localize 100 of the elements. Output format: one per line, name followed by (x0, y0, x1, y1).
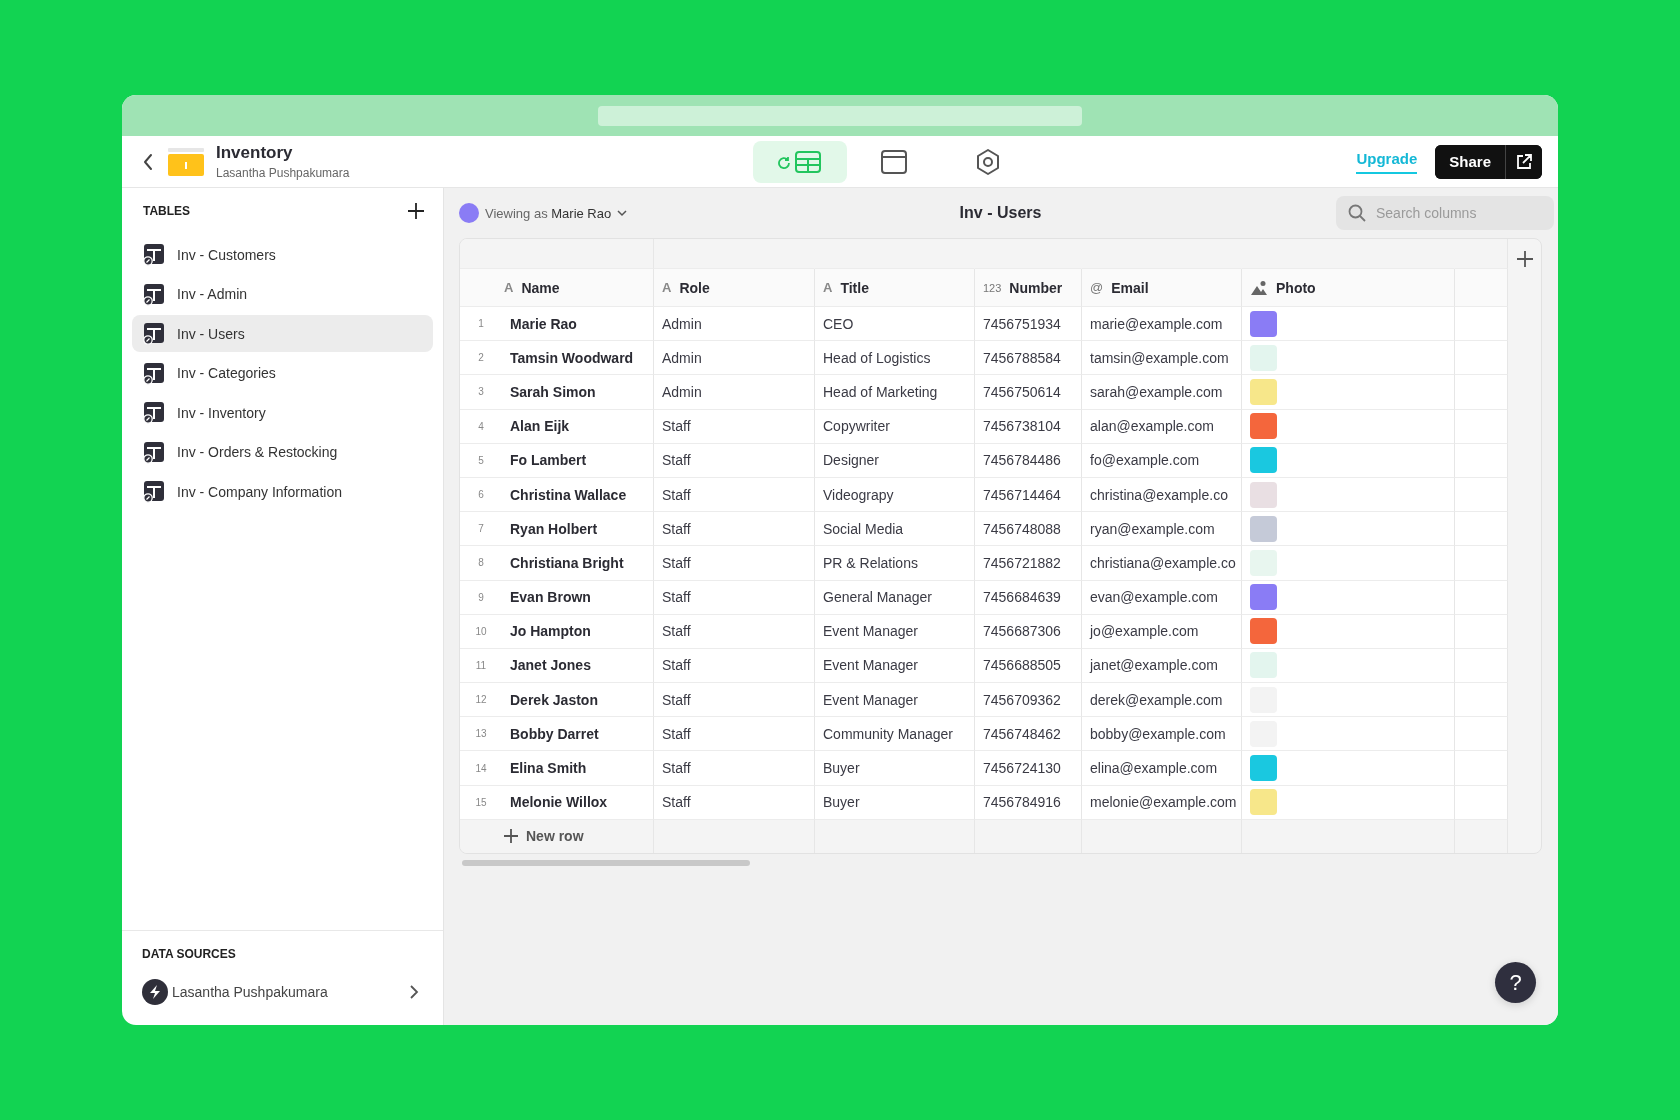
table-cell: Head of Marketing (823, 383, 938, 400)
sidebar-item[interactable]: Inv - Orders & Restocking (132, 433, 433, 471)
sidebar-item[interactable]: Inv - Users (132, 315, 433, 352)
table-cell: Evan Brown (510, 589, 591, 606)
table-cell: sarah@example.com (1090, 383, 1223, 400)
table-cell: Community Manager (823, 725, 953, 742)
table-cell: 7456750614 (983, 383, 1061, 400)
table-cell: Staff (662, 589, 691, 606)
table-cell: evan@example.com (1090, 589, 1218, 606)
table-cell: Staff (662, 691, 691, 708)
table-cell: Buyer (823, 794, 860, 811)
settings-icon (976, 148, 1001, 175)
add-column-icon[interactable] (1516, 251, 1533, 267)
table-cell: Christiana Bright (510, 554, 624, 571)
new-row-button[interactable]: New row (504, 828, 584, 845)
table-cell: 7456688505 (983, 657, 1061, 674)
table-icon (143, 440, 165, 464)
owner-name: Lasantha Pushpakumara (216, 166, 350, 180)
table-cell: Christina Wallace (510, 486, 627, 503)
row-number: 2 (477, 352, 485, 364)
table-icon (778, 148, 823, 175)
table-cell: Tamsin Woodward (510, 349, 634, 366)
data-source-item[interactable]: Lasantha Pushpakumara (142, 979, 423, 1005)
app-title: Inventory (216, 143, 294, 163)
table-cell: Event Manager (823, 657, 918, 674)
table-cell: 7456738104 (983, 418, 1061, 435)
table-cell: 7456751934 (983, 315, 1061, 332)
table-cell: Designer (823, 452, 880, 469)
external-link-icon (1516, 153, 1532, 170)
table-cell: Videograpy (823, 486, 894, 503)
help-button[interactable]: ? (1495, 962, 1536, 1003)
chevron-down-icon (617, 209, 628, 217)
table-icon (143, 401, 165, 424)
table-cell: Staff (662, 452, 691, 469)
row-number: 9 (477, 591, 485, 603)
viewing-as-dropdown[interactable]: Viewing as Marie Rao (459, 203, 628, 223)
table-cell: Event Manager (823, 623, 918, 640)
table-cell: Head of Logistics (823, 349, 931, 366)
table-cell: Staff (662, 623, 691, 640)
search-icon (1348, 204, 1366, 222)
table-cell: tamsin@example.com (1090, 349, 1229, 366)
table-cell: Social Media (823, 520, 904, 537)
table-cell: Elina Smith (510, 760, 587, 777)
table-cell: Derek Jaston (510, 691, 598, 708)
add-icon[interactable] (407, 202, 425, 220)
table-cell: 7456748462 (983, 725, 1061, 742)
table-cell: Admin (662, 383, 702, 400)
sidebar-item[interactable]: Inv - Admin (132, 275, 433, 313)
row-number: 3 (477, 386, 485, 398)
row-number: 12 (474, 694, 488, 706)
table-cell: derek@example.com (1090, 691, 1223, 708)
search-field[interactable]: Search columns (1336, 196, 1554, 230)
sidebar-item[interactable]: Inv - Categories (132, 354, 433, 392)
table-cell: Staff (662, 520, 691, 537)
section-heading: TABLES (143, 204, 191, 218)
table-cell: 7456687306 (983, 623, 1061, 640)
table-cell: Ryan Holbert (510, 520, 598, 537)
row-number: 6 (477, 489, 485, 501)
sidebar-item[interactable]: Inv - Company Information (132, 473, 433, 510)
table-cell: 7456684639 (983, 589, 1061, 606)
table-icon (143, 322, 165, 345)
table-cell: 7456788584 (983, 349, 1061, 366)
table-icon (143, 480, 165, 503)
table-cell: melonie@example.com (1090, 794, 1237, 811)
table-cell: Staff (662, 554, 691, 571)
sidebar-item[interactable]: Inv - Customers (132, 236, 433, 273)
open-external-button[interactable] (1505, 144, 1542, 179)
table-icon (143, 243, 165, 266)
table-cell: Janet Jones (510, 657, 591, 674)
add-icon (504, 829, 518, 844)
table-icon (143, 361, 165, 385)
table-cell: Staff (662, 486, 691, 503)
table-cell: Event Manager (823, 691, 918, 708)
table-cell: Staff (662, 725, 691, 742)
table-cell: jo@example.com (1090, 623, 1199, 640)
table-cell: Alan Eijk (510, 418, 570, 435)
scrollbar[interactable] (462, 859, 750, 866)
table-cell: ryan@example.com (1090, 520, 1215, 537)
table-cell: elina@example.com (1090, 760, 1218, 777)
row-number: 13 (474, 728, 488, 740)
table-cell: Melonie Willox (510, 794, 608, 811)
sidebar-item[interactable]: Inv - Inventory (132, 394, 433, 431)
table-cell: Copywriter (823, 418, 890, 435)
table-cell: 7456709362 (983, 691, 1061, 708)
window-icon (881, 149, 908, 174)
table-cell: 7456721882 (983, 554, 1061, 571)
table-cell: 7456714464 (983, 486, 1061, 503)
row-number: 15 (474, 796, 488, 808)
table-cell: Admin (662, 315, 702, 332)
chevron-right-icon (409, 984, 419, 1000)
table-cell: bobby@example.com (1090, 725, 1226, 742)
back-icon[interactable] (142, 151, 154, 172)
row-number: 4 (477, 420, 485, 432)
table-cell: 7456784916 (983, 794, 1061, 811)
table-cell: General Manager (823, 589, 932, 606)
table-cell: Staff (662, 794, 691, 811)
row-number: 5 (477, 454, 485, 466)
table-cell: fo@example.com (1090, 452, 1200, 469)
avatar-placeholder (459, 203, 479, 223)
row-number: 11 (474, 659, 488, 671)
